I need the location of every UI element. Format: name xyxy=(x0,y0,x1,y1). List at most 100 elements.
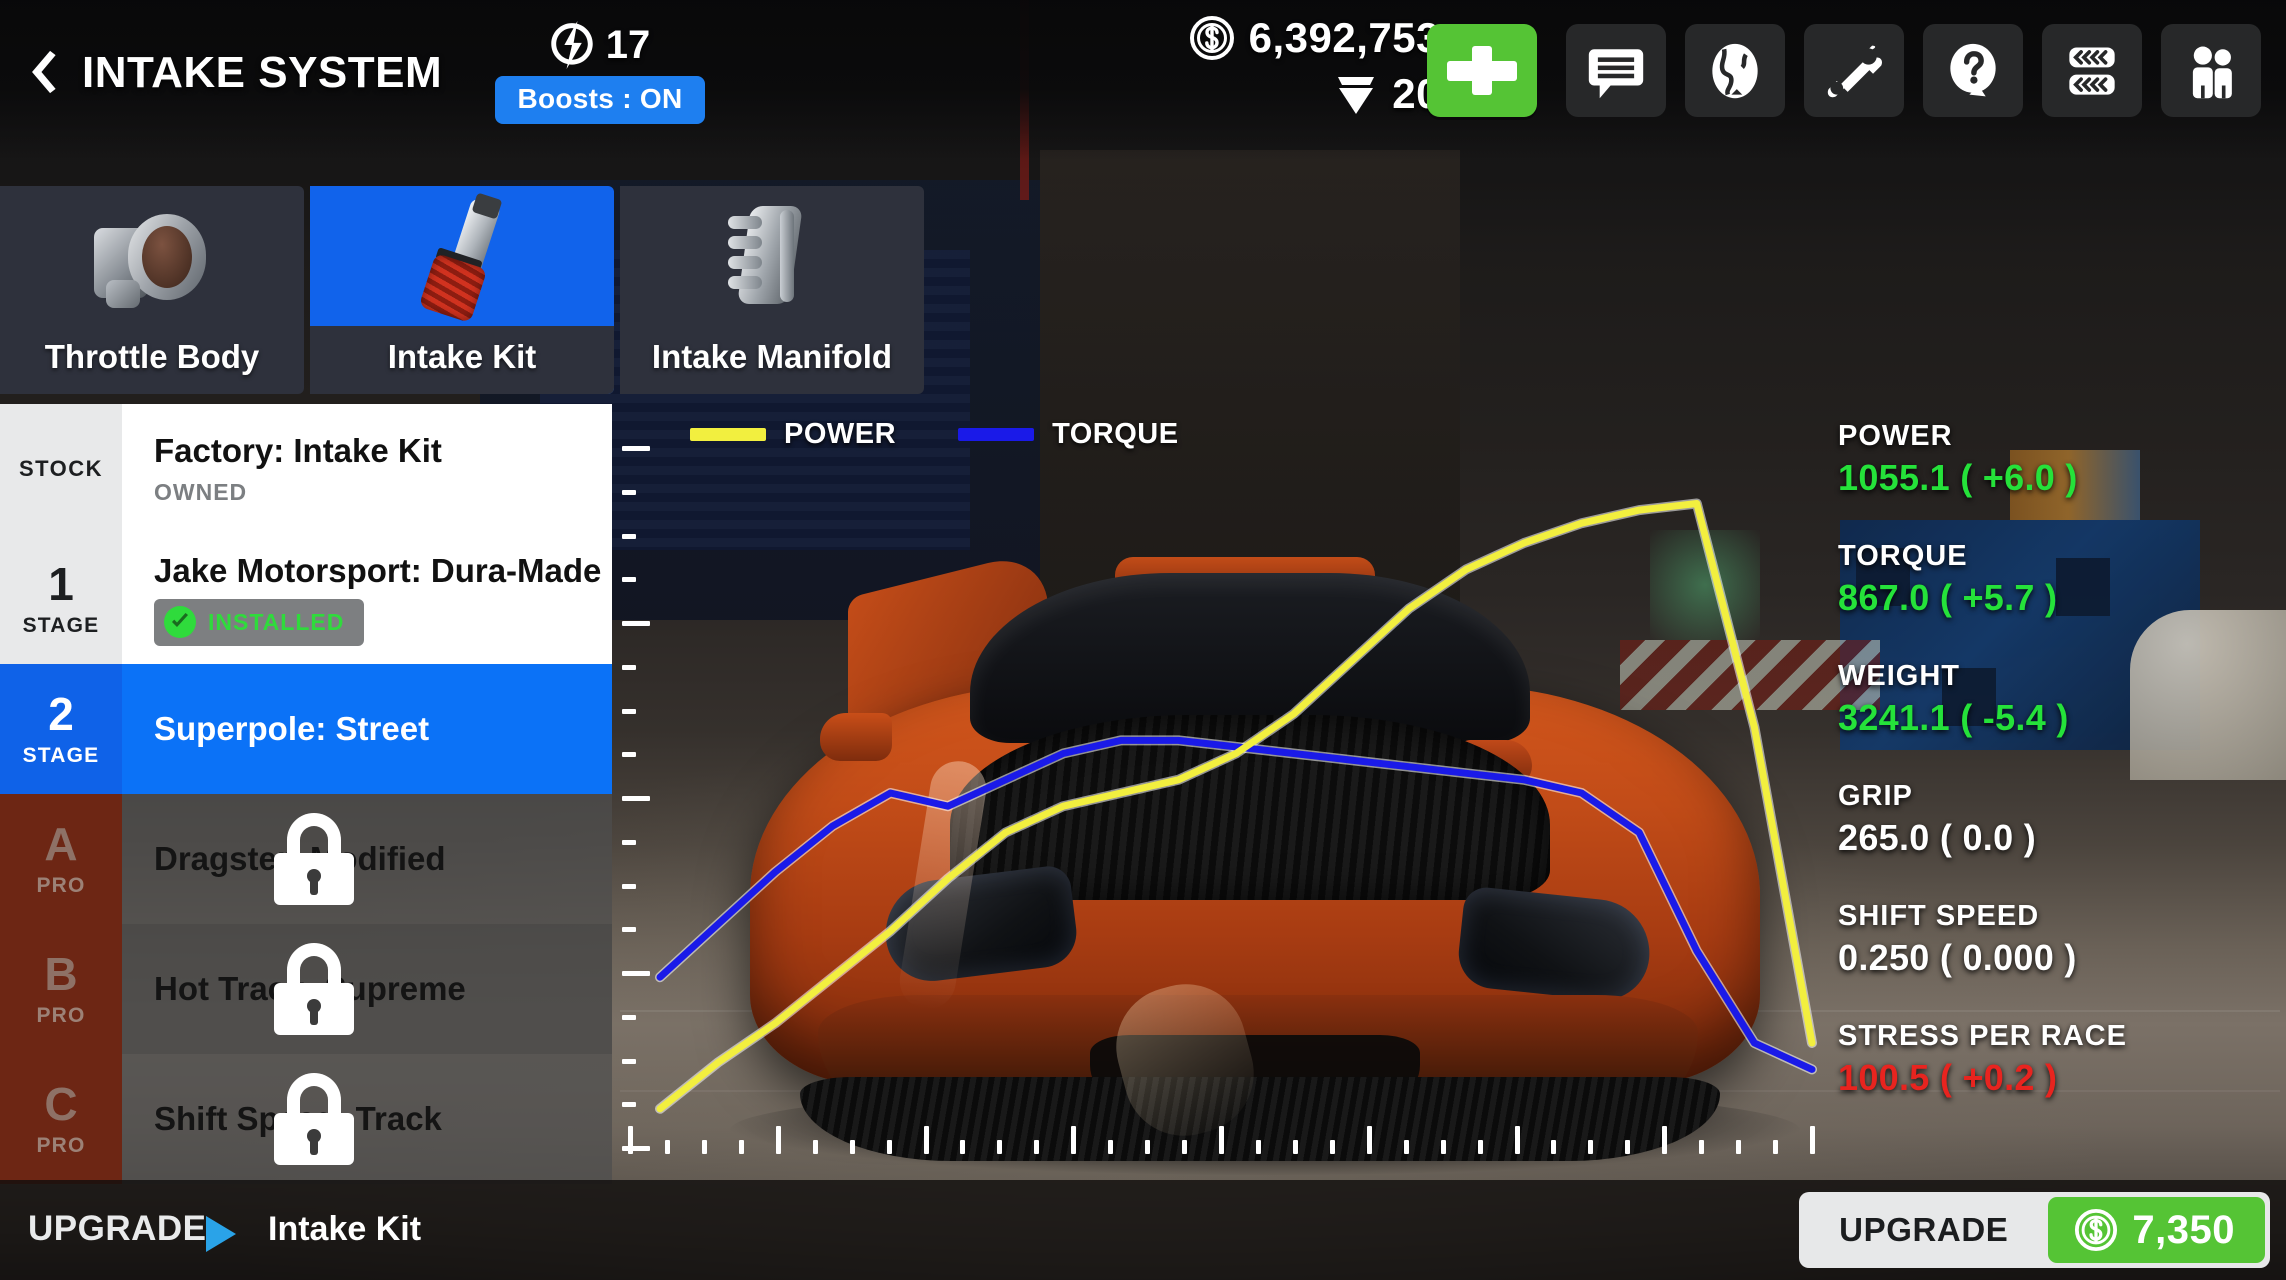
upgrade-button[interactable]: UPGRADE 7,350 xyxy=(1799,1192,2270,1268)
stage-number: B xyxy=(44,947,78,1000)
coin-dollar-icon xyxy=(2075,1208,2118,1252)
legend-label-power: POWER xyxy=(784,418,897,450)
part-row[interactable]: 2 STAGE Superpole: Street xyxy=(0,664,612,794)
currency-display: 6,392,753 20 xyxy=(1095,10,1440,122)
part-status: OWNED xyxy=(154,479,248,505)
tab-intake-kit[interactable]: Intake Kit xyxy=(310,186,614,394)
part-title: Jake Motorsport: Dura-Made xyxy=(154,552,602,589)
tab-label-intake-manifold: Intake Manifold xyxy=(651,338,893,375)
lock-icon xyxy=(270,943,358,1035)
part-body: Hot Track: Supreme xyxy=(122,924,612,1054)
stage-caption: PRO xyxy=(36,873,86,897)
stat-value: 3241.1 ( -5.4 ) xyxy=(1838,697,2069,738)
stat-name: POWER xyxy=(1838,420,1953,452)
lock-icon xyxy=(270,1073,358,1165)
tab-intake-manifold[interactable]: Intake Manifold xyxy=(620,186,924,394)
part-row[interactable]: STOCK Factory: Intake Kit OWNED xyxy=(0,404,612,534)
stat-value: 100.5 ( +0.2 ) xyxy=(1838,1057,2058,1098)
stage-caption: PRO xyxy=(36,1003,86,1027)
legend-item-torque: TORQUE xyxy=(958,418,1179,451)
boost-count: 17 xyxy=(605,22,651,67)
stat-block: WEIGHT 3241.1 ( -5.4 ) xyxy=(1838,660,2286,739)
top-bar: INTAKE SYSTEM 17 Boosts : ON 6,392,753 2… xyxy=(0,0,2286,160)
part-title: Superpole: Street xyxy=(154,710,430,747)
stage-number: 1 xyxy=(48,557,74,610)
breadcrumb-upgrade-label: UPGRADE xyxy=(28,1209,207,1248)
stat-name: GRIP xyxy=(1838,780,1913,812)
stage-indicator: 1 STAGE xyxy=(0,534,122,664)
stage-number: C xyxy=(44,1077,78,1130)
chat-icon xyxy=(1588,48,1644,98)
coin-balance: 6,392,753 xyxy=(1248,14,1440,61)
installed-badge: INSTALLED xyxy=(154,599,365,646)
back-chevron-icon[interactable] xyxy=(24,46,70,98)
stat-name: WEIGHT xyxy=(1838,660,1960,692)
chart-curves xyxy=(655,498,1817,1114)
stage-caption: STAGE xyxy=(22,743,100,767)
part-title: Dragster: Modified xyxy=(154,840,446,877)
part-row[interactable]: 1 STAGE Jake Motorsport: Dura-Made INSTALLE… xyxy=(0,534,612,664)
upgrade-price-chip: 7,350 xyxy=(2048,1197,2265,1263)
power-swatch xyxy=(690,428,766,441)
stat-value: 265.0 ( 0.0 ) xyxy=(1838,817,2037,858)
part-row[interactable]: B PRO Hot Track: Supreme xyxy=(0,924,612,1054)
stage-number: A xyxy=(44,817,78,870)
stage-number: 2 xyxy=(48,687,74,740)
tab-label-intake-kit: Intake Kit xyxy=(387,338,537,375)
friends-icon xyxy=(2192,46,2232,98)
stat-block: SHIFT SPEED 0.250 ( 0.000 ) xyxy=(1838,900,2286,979)
part-title: Hot Track: Supreme xyxy=(154,970,466,1007)
coin-dollar-icon xyxy=(1189,16,1234,60)
part-title: Factory: Intake Kit xyxy=(154,432,442,469)
wrench-icon xyxy=(1827,45,1883,97)
part-body: Shift Speed: Track xyxy=(122,1054,612,1184)
gem-icon xyxy=(1338,77,1375,114)
part-body: Dragster: Modified xyxy=(122,794,612,924)
stage-caption: PRO xyxy=(36,1133,86,1157)
upgrade-button-label: UPGRADE xyxy=(1839,1211,2009,1248)
bottom-bar: UPGRADE Intake Kit UPGRADE 7,350 xyxy=(0,1180,2286,1280)
stat-value: 867.0 ( +5.7 ) xyxy=(1838,577,2058,618)
stat-value: 0.250 ( 0.000 ) xyxy=(1838,937,2077,978)
gem-row: 20 xyxy=(1095,66,1440,122)
stat-block: STRESS PER RACE 100.5 ( +0.2 ) xyxy=(1838,1020,2286,1099)
stat-name: TORQUE xyxy=(1838,540,1968,572)
tab-label-throttle-body: Throttle Body xyxy=(44,338,260,375)
installed-label: INSTALLED xyxy=(208,608,345,635)
help-button[interactable] xyxy=(1923,24,2023,117)
stage-indicator: B PRO xyxy=(0,924,122,1054)
boost-widget[interactable]: 17 Boosts : ON xyxy=(480,14,720,124)
tuning-button[interactable] xyxy=(1804,24,1904,117)
add-currency-button[interactable] xyxy=(1427,24,1537,117)
part-row[interactable]: C PRO Shift Speed: Track xyxy=(0,1054,612,1184)
breadcrumb-current: Intake Kit xyxy=(268,1210,422,1248)
globe-icon xyxy=(1712,43,1758,98)
part-body: Jake Motorsport: Dura-Made INSTALLED xyxy=(122,534,612,664)
stage-caption: STOCK xyxy=(18,456,104,481)
friends-button[interactable] xyxy=(2161,24,2261,117)
legend-label-torque: TORQUE xyxy=(1052,418,1179,450)
stat-block: TORQUE 867.0 ( +5.7 ) xyxy=(1838,540,2286,619)
torque-swatch xyxy=(958,428,1035,441)
stat-name: SHIFT SPEED xyxy=(1838,900,2040,932)
stat-value: 1055.1 ( +6.0 ) xyxy=(1838,457,2078,498)
power-torque-chart: POWER TORQUE xyxy=(612,404,1830,1180)
page-title: INTAKE SYSTEM xyxy=(82,48,443,97)
chat-button[interactable] xyxy=(1566,24,1666,117)
world-button[interactable] xyxy=(1685,24,1785,117)
stat-block: GRIP 265.0 ( 0.0 ) xyxy=(1838,780,2286,859)
check-icon xyxy=(164,606,196,638)
lock-icon xyxy=(270,813,358,905)
upgrade-price: 7,350 xyxy=(2132,1207,2235,1252)
chart-legend: POWER TORQUE xyxy=(690,418,1179,451)
tab-throttle-body[interactable]: Throttle Body xyxy=(0,186,304,394)
part-body: Superpole: Street xyxy=(122,664,612,794)
breadcrumb-triangle-right-icon xyxy=(206,1216,236,1252)
coin-row: 6,392,753 xyxy=(1095,10,1440,66)
boosts-toggle[interactable]: Boosts : ON xyxy=(495,76,705,124)
tires-button[interactable] xyxy=(2042,24,2142,117)
part-row[interactable]: A PRO Dragster: Modified xyxy=(0,794,612,924)
stat-name: STRESS PER RACE xyxy=(1838,1020,2127,1052)
throttle-body-thumb xyxy=(0,192,304,322)
stat-block: POWER 1055.1 ( +6.0 ) xyxy=(1838,420,2286,499)
